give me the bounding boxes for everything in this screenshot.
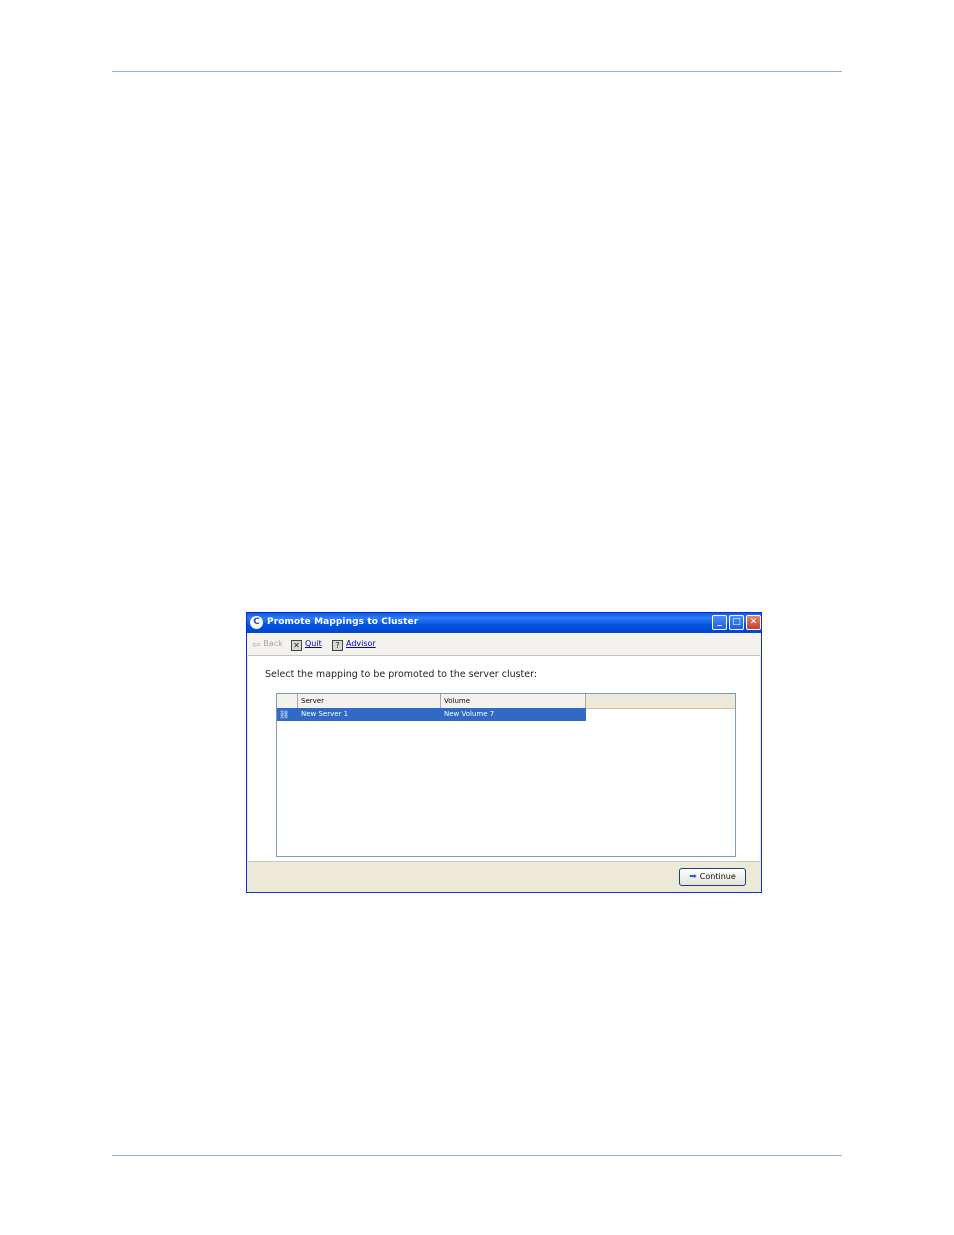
arrow-right-icon: ➡ xyxy=(689,872,697,882)
app-logo-icon: C xyxy=(250,616,263,629)
quit-button[interactable]: ✕ Quit xyxy=(291,637,322,651)
advisor-button[interactable]: ? Advisor xyxy=(332,637,376,651)
help-icon: ? xyxy=(332,640,343,651)
table-header: Server Volume xyxy=(277,694,735,709)
maximize-button[interactable]: □ xyxy=(729,615,744,630)
back-label: Back xyxy=(263,639,283,648)
quit-icon: ✕ xyxy=(291,640,302,651)
page-footer-rule xyxy=(112,1155,842,1156)
header-filler xyxy=(586,694,735,708)
continue-label: Continue xyxy=(699,872,736,881)
column-header-volume[interactable]: Volume xyxy=(441,694,586,708)
arrow-left-icon: ⇦ xyxy=(252,640,261,651)
volume-cell: New Volume 7 xyxy=(444,710,495,718)
minimize-button[interactable]: _ xyxy=(712,615,727,630)
continue-button[interactable]: ➡ Continue xyxy=(679,868,746,886)
back-button[interactable]: ⇦ Back xyxy=(252,637,283,651)
instruction-text: Select the mapping to be promoted to the… xyxy=(265,669,538,680)
quit-link[interactable]: Quit xyxy=(305,639,322,648)
advisor-link[interactable]: Advisor xyxy=(346,639,376,648)
toolbar: ⇦ Back ✕ Quit ? Advisor xyxy=(247,633,761,655)
column-header-icon[interactable] xyxy=(277,694,298,708)
promote-mappings-dialog: C Promote Mappings to Cluster _ □ ✕ ⇦ Bac… xyxy=(246,612,762,893)
column-header-server[interactable]: Server xyxy=(298,694,441,708)
page-header-rule xyxy=(112,71,842,72)
mapping-icon: ⛓ xyxy=(279,710,290,719)
server-cell: New Server 1 xyxy=(301,710,349,718)
close-button[interactable]: ✕ xyxy=(746,615,761,630)
dialog-content: Select the mapping to be promoted to the… xyxy=(248,655,760,862)
table-row[interactable]: ⛓ New Server 1 New Volume 7 xyxy=(277,708,586,721)
mappings-table[interactable]: Server Volume ⛓ New Server 1 New Volume … xyxy=(276,693,736,857)
title-bar: C Promote Mappings to Cluster _ □ ✕ xyxy=(247,613,761,633)
window-title: Promote Mappings to Cluster xyxy=(267,617,419,627)
